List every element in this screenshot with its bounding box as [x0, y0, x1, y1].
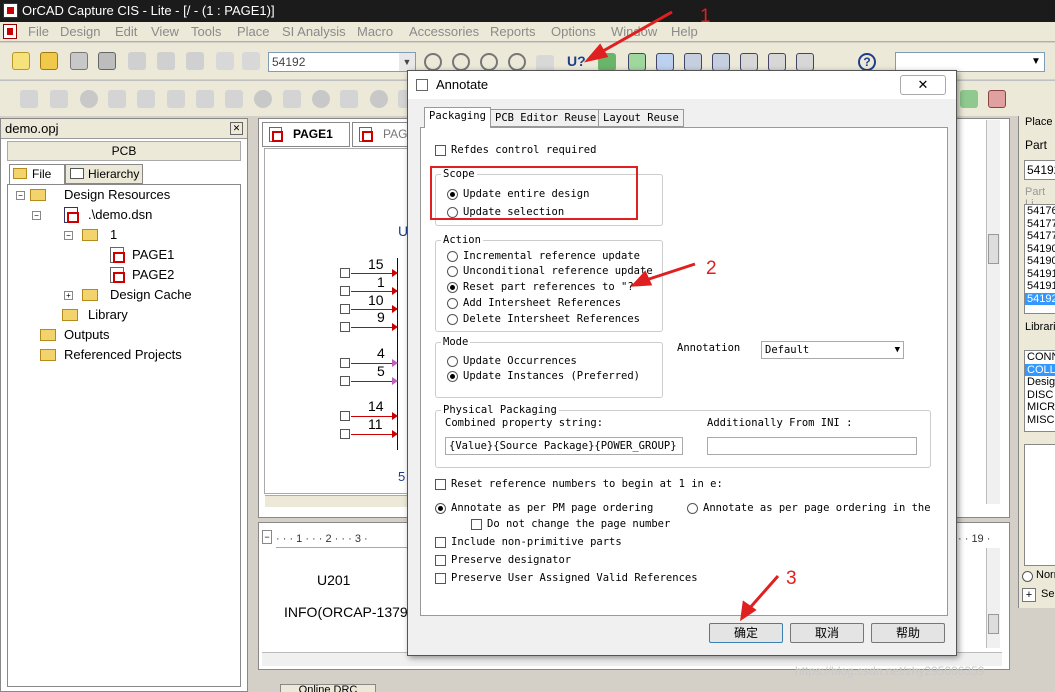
arrow-3-line [746, 575, 780, 611]
annotation-number: 1 [700, 6, 711, 27]
arrow-1-line [595, 10, 673, 57]
annotation-number: 3 [786, 568, 797, 589]
arrow-2-head [630, 270, 653, 287]
tab-packaging[interactable]: Packaging [424, 107, 491, 128]
annotation-arrows [583, 10, 780, 622]
arrow-1-head [583, 43, 609, 63]
annotation-number: 2 [706, 258, 717, 279]
watermark-text: https://blog.csdn.net/zhy295006359 [795, 664, 985, 678]
arrow-2-line [642, 262, 696, 283]
